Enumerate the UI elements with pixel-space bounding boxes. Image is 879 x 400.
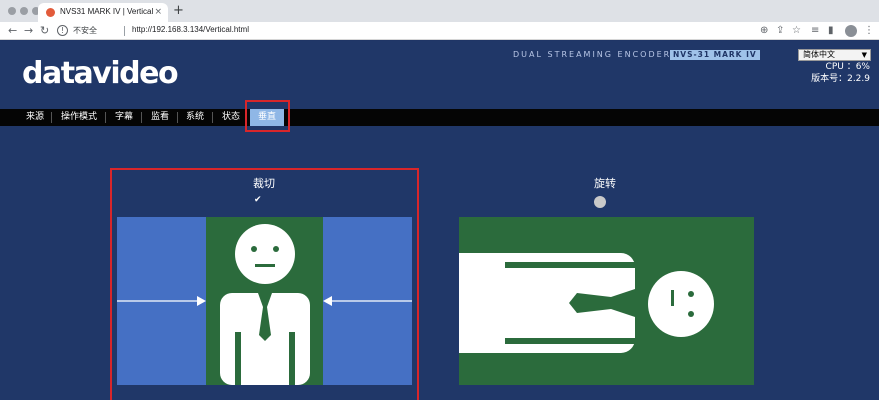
menu-item-system[interactable]: 系统 [186, 109, 204, 126]
language-value: 简体中文 [803, 50, 835, 59]
star-icon[interactable]: ☆ [792, 23, 801, 39]
menu-divider [212, 112, 213, 123]
browser-toolbar: ← → ↻ ! 不安全 http://192.168.3.134/Vertica… [0, 22, 879, 40]
back-arrow-icon[interactable]: ← [8, 23, 17, 39]
main-menu: 来源 操作模式 字幕 监看 系统 状态 垂直 [0, 109, 879, 126]
web-page: datavideo DUAL STREAMING ENCODER NVS-31 … [0, 41, 879, 400]
rotate-radio-button[interactable] [594, 196, 606, 208]
more-icon[interactable]: ⋮ [864, 23, 874, 39]
product-line-label: DUAL STREAMING ENCODER [513, 50, 672, 59]
menu-divider [177, 112, 178, 123]
crop-preview-illustration[interactable] [117, 217, 412, 385]
menu-divider [105, 112, 106, 123]
cpu-usage: CPU ：6% [825, 62, 870, 72]
new-tab-button[interactable]: + [173, 3, 184, 19]
address-bar[interactable]: ! 不安全 http://192.168.3.134/Vertical.html [54, 24, 756, 38]
warning-icon[interactable]: ! [57, 25, 68, 36]
profile-avatar[interactable] [845, 25, 857, 37]
datavideo-logo: datavideo [22, 56, 179, 91]
share-icon[interactable]: ⇪ [776, 23, 784, 39]
browser-tab-bar: NVS31 MARK IV | Vertical × + [0, 0, 879, 22]
reload-icon[interactable]: ↻ [40, 23, 49, 39]
favicon-icon [46, 8, 55, 17]
browser-tab[interactable]: NVS31 MARK IV | Vertical × [38, 3, 168, 22]
menu-item-source[interactable]: 来源 [26, 109, 44, 126]
menu-item-monitor[interactable]: 监看 [151, 109, 169, 126]
menu-item-operation-mode[interactable]: 操作模式 [61, 109, 97, 126]
chevron-down-icon: ▼ [861, 51, 867, 59]
firmware-version: 版本号：2.2.9 [811, 74, 870, 84]
window-close-icon[interactable] [8, 7, 16, 15]
menu-item-subtitle[interactable]: 字幕 [115, 109, 133, 126]
reading-list-icon[interactable]: ≡ [811, 23, 819, 39]
menu-divider [141, 112, 142, 123]
tab-close-icon[interactable]: × [154, 6, 162, 18]
address-divider [124, 26, 125, 36]
rotate-title: 旋转 [594, 177, 616, 190]
forward-arrow-icon[interactable]: → [24, 23, 33, 39]
zoom-icon[interactable]: ⊕ [760, 23, 768, 39]
menu-item-status[interactable]: 状态 [222, 109, 240, 126]
language-select[interactable]: 简体中文 ▼ [798, 49, 871, 61]
url-text[interactable]: http://192.168.3.134/Vertical.html [132, 25, 249, 34]
side-panel-icon[interactable]: ▮ [828, 23, 834, 39]
model-badge: NVS-31 MARK IV [670, 50, 760, 60]
crop-selected-check-icon[interactable]: ✔ [254, 195, 262, 205]
highlight-box-vertical-tab [245, 100, 290, 132]
menu-divider [51, 112, 52, 123]
rotate-preview-illustration[interactable] [459, 217, 754, 385]
insecure-label[interactable]: 不安全 [73, 25, 97, 36]
window-minimize-icon[interactable] [20, 7, 28, 15]
crop-title: 裁切 [253, 177, 275, 190]
tab-title: NVS31 MARK IV | Vertical [60, 7, 154, 16]
